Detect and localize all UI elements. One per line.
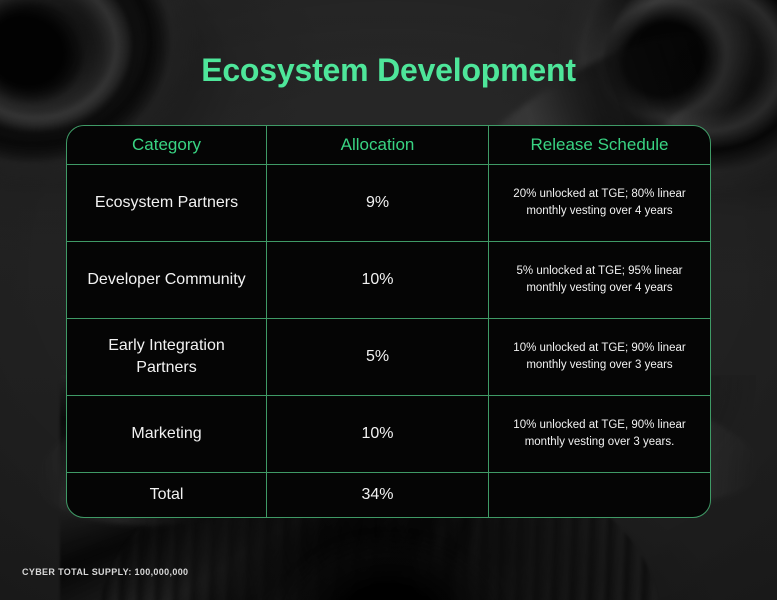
cell-allocation: 10% <box>267 242 489 318</box>
cell-release-schedule: 5% unlocked at TGE; 95% linear monthly v… <box>516 265 683 294</box>
cell-category: Developer Community <box>67 242 267 318</box>
cell-allocation: 10% <box>267 396 489 472</box>
cell-total-allocation: 34% <box>267 473 489 517</box>
cell-category: Early Integration Partners <box>67 319 267 395</box>
cell-total-label: Total <box>67 473 267 517</box>
table-row: Early Integration Partners 5% 10% unlock… <box>67 319 710 396</box>
table-row: Marketing 10% 10% unlocked at TGE, 90% l… <box>67 396 710 473</box>
cell-allocation: 9% <box>267 165 489 241</box>
cell-release-schedule: 10% unlocked at TGE, 90% linear monthly … <box>513 419 686 448</box>
table-row: Developer Community 10% 5% unlocked at T… <box>67 242 710 319</box>
cell-release-schedule: 20% unlocked at TGE; 80% linear monthly … <box>513 188 686 217</box>
column-header-category: Category <box>67 126 267 164</box>
footer-total-supply: CYBER TOTAL SUPPLY: 100,000,000 <box>22 567 189 577</box>
cell-release-schedule: 10% unlocked at TGE; 90% linear monthly … <box>513 342 686 371</box>
cell-total-release-schedule <box>489 473 710 517</box>
slide-root: Ecosystem Development Category Allocatio… <box>0 0 777 600</box>
cell-category: Marketing <box>67 396 267 472</box>
column-header-release-schedule: Release Schedule <box>530 135 669 154</box>
cell-allocation: 5% <box>267 319 489 395</box>
table-total-row: Total 34% <box>67 473 710 517</box>
page-title: Ecosystem Development <box>201 52 576 88</box>
allocation-table: Category Allocation Release Schedule Eco… <box>66 125 711 518</box>
cell-category: Ecosystem Partners <box>67 165 267 241</box>
column-header-allocation: Allocation <box>267 126 489 164</box>
table-row: Ecosystem Partners 9% 20% unlocked at TG… <box>67 165 710 242</box>
table-header-row: Category Allocation Release Schedule <box>67 126 710 165</box>
